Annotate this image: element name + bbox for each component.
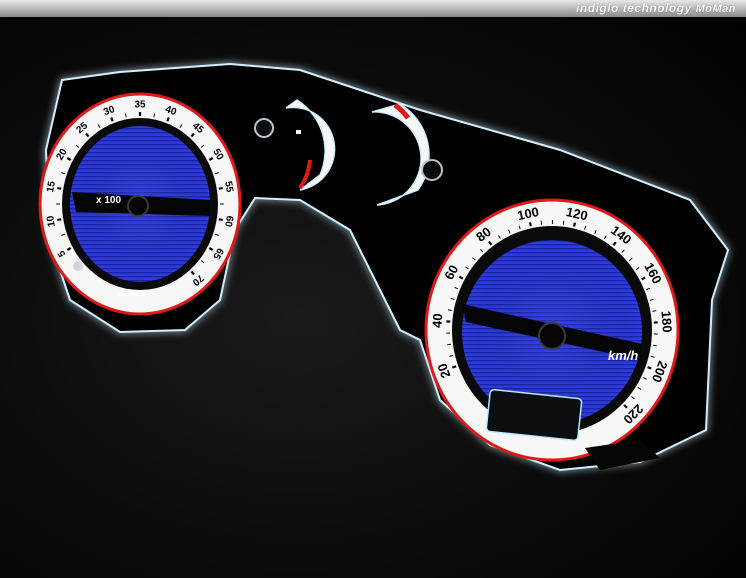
speedometer-tick bbox=[652, 344, 657, 347]
tachometer-tick bbox=[218, 218, 223, 222]
photo-stage: indiglo technology MoMan 5 10 15 20 25 3… bbox=[0, 0, 746, 578]
tachometer-tick bbox=[166, 117, 170, 122]
speedometer-tick bbox=[528, 222, 532, 227]
speedometer-scale-label: 40 bbox=[429, 313, 445, 329]
instrument-cluster: 51015202530 35 40455055606570 x 100 MoMan.… bbox=[38, 62, 730, 472]
indicator-lamp-left bbox=[254, 118, 274, 138]
tachometer-tick bbox=[124, 113, 127, 118]
tachometer-gauge: 51015202530 35 40455055606570 x 100 MoMan.… bbox=[38, 92, 242, 316]
indicator-lamp-right bbox=[421, 159, 443, 181]
trip-reset-knob bbox=[73, 261, 83, 271]
tachometer-unit-label: x 100 bbox=[96, 195, 121, 206]
speedometer-tick bbox=[652, 310, 657, 312]
speedometer-scale-label: 180 bbox=[659, 310, 675, 333]
speedometer-tick bbox=[452, 365, 457, 369]
tachometer-tick bbox=[218, 186, 223, 190]
speedometer-hub bbox=[538, 322, 566, 350]
speedometer-tick bbox=[447, 309, 452, 311]
tachometer-tick bbox=[110, 117, 114, 122]
tachometer-hub bbox=[127, 195, 149, 217]
speedometer-tick bbox=[573, 222, 577, 227]
tachometer-tick bbox=[153, 113, 156, 118]
tachometer-maker-label: MoMan.pl bbox=[118, 292, 146, 298]
odometer-window bbox=[485, 388, 583, 442]
tachometer-tick bbox=[57, 186, 62, 190]
tachometer-scale-label: 35 bbox=[134, 100, 146, 111]
speedometer-tick bbox=[647, 366, 652, 370]
speedometer-tick bbox=[447, 343, 451, 346]
tachometer-tick bbox=[57, 218, 62, 222]
speedometer-unit-label: km/h bbox=[608, 348, 638, 363]
